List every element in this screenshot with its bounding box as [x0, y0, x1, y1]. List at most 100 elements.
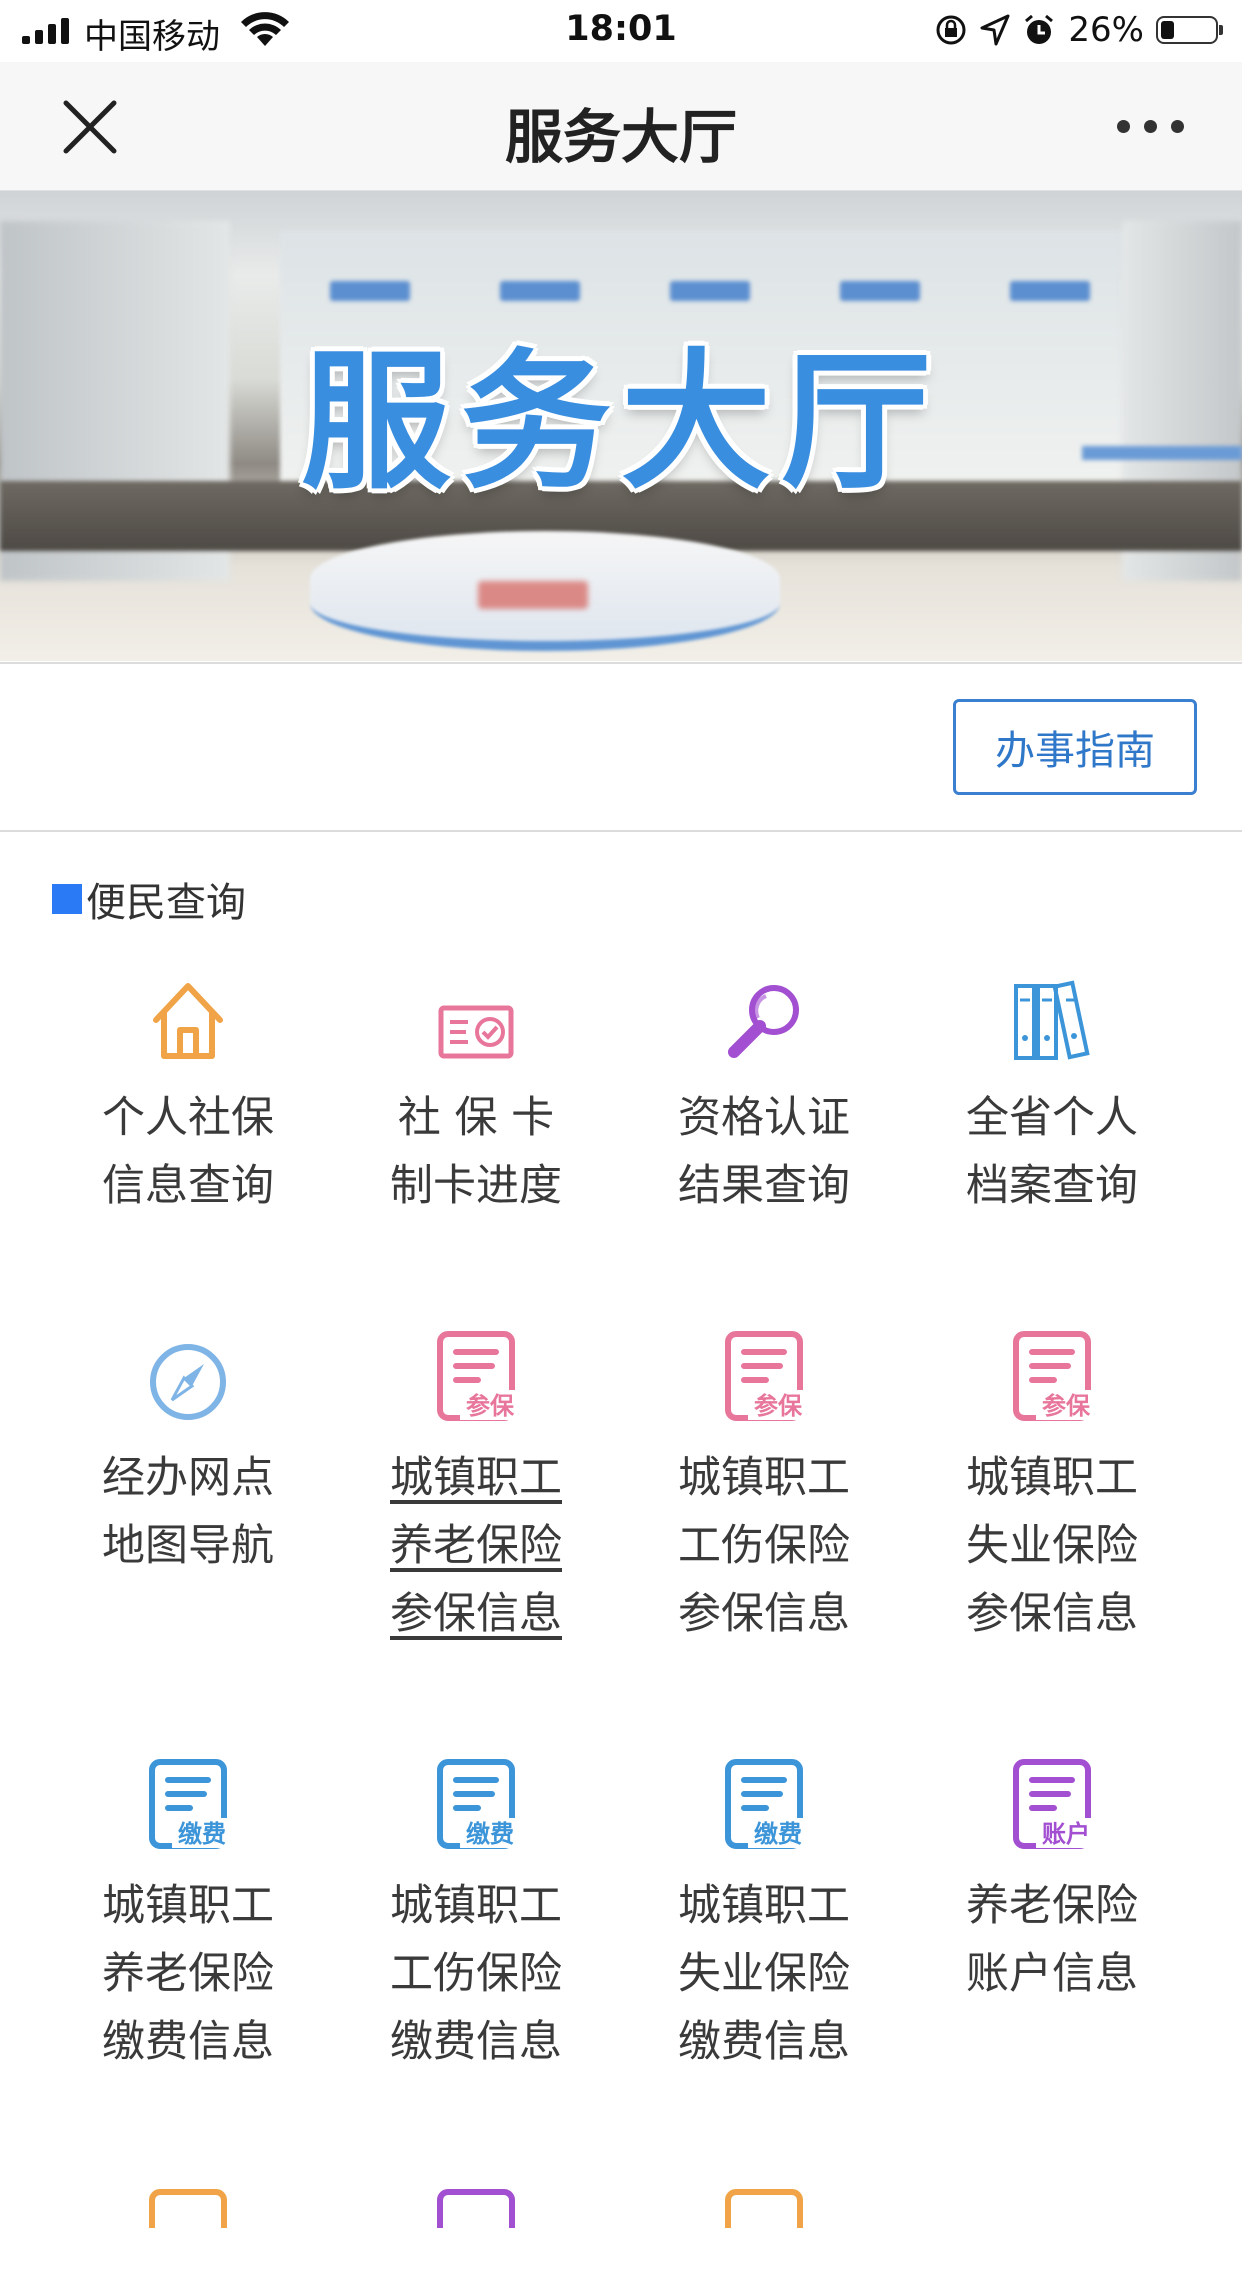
tile-label: 城镇职工养老保险缴费信息: [38, 1872, 338, 2076]
tile-icon-wrap: 参保: [614, 1330, 914, 1422]
icon-badge-text: 参保: [754, 1392, 803, 1420]
tile-label-line: 社 保 卡: [397, 1093, 555, 1143]
tile-pension-payment[interactable]: 缴费 城镇职工养老保险缴费信息: [38, 1758, 338, 2076]
tile-pension-account[interactable]: 账户 养老保险账户信息: [902, 1758, 1202, 2008]
document-enroll-icon: 参保: [1013, 1331, 1094, 1421]
page-title: 服务大厅: [504, 103, 737, 171]
icon-badge-text: 缴费: [754, 1820, 802, 1848]
icon-badge-text: 参保: [1042, 1392, 1091, 1420]
guide-row: 办事指南: [0, 662, 1242, 832]
tile-label-line: 缴费信息: [678, 2017, 850, 2067]
status-bar: 中国移动 18:01 26%: [0, 0, 1242, 62]
tile-label-line: 城镇职工: [678, 1881, 850, 1931]
icon-badge-text: 缴费: [178, 1820, 226, 1848]
tile-icon-wrap: [326, 970, 626, 1062]
tile-label: 城镇职工 失业保险 参保信息: [902, 1444, 1202, 1648]
alarm-clock-icon: [1025, 14, 1054, 44]
tile-label-line: 城镇职工: [678, 1453, 850, 1503]
tile-icon-wrap: [38, 1330, 338, 1422]
tile-map-navigation[interactable]: 经办网点 地图导航: [38, 1330, 338, 1580]
tile-label-line: 信息查询: [102, 1161, 274, 1211]
tile-label-line: 参保信息: [678, 1589, 850, 1639]
banner-logo-text: 服务大厅: [300, 334, 941, 510]
tile-archive-query[interactable]: 全省个人 档案查询: [902, 970, 1202, 1220]
document-payment-icon: 缴费: [437, 1759, 518, 1849]
id-card-icon: [438, 1005, 514, 1059]
tile-label-line: 缴费信息: [102, 2017, 274, 2067]
tile-label-line: 结果查询: [678, 1161, 850, 1211]
tile-card-progress[interactable]: 社 保 卡制卡进度: [326, 970, 626, 1220]
tile-icon-wrap: [38, 970, 338, 1062]
tile-icon-wrap: [38, 2188, 338, 2280]
tile-label-line: 账户信息: [966, 1949, 1138, 1999]
service-guide-button[interactable]: 办事指南: [953, 699, 1197, 795]
tile-label: 个人社保 信息查询: [38, 1084, 338, 1220]
tile-label-line: 档案查询: [966, 1161, 1138, 1211]
battery-percentage: 26%: [1068, 10, 1144, 50]
tile-icon-wrap: [614, 2188, 914, 2280]
tile-label-line: 养老保险: [326, 1512, 626, 1580]
compass-icon: [150, 1344, 226, 1420]
hall-banner: 服务大厅: [0, 191, 1242, 661]
tile-icon-wrap: [326, 2188, 626, 2280]
tile-label-line: 个人社保: [102, 1093, 274, 1143]
document-payment-icon: 缴费: [725, 1759, 806, 1849]
tile-icon-wrap: 账户: [902, 1758, 1202, 1850]
section-marker: [52, 884, 82, 914]
tile-injury-enrollment[interactable]: 参保 城镇职工工伤保险参保信息: [614, 1330, 914, 1648]
tile-unemployment-enrollment[interactable]: 参保 城镇职工 失业保险 参保信息: [902, 1330, 1202, 1648]
tile-partial-purple[interactable]: [326, 2188, 626, 2280]
document-enroll-icon: 参保: [725, 1331, 806, 1421]
house-icon: [153, 983, 223, 1059]
tile-label-line: 工伤保险: [678, 1521, 850, 1571]
tile-label-line: 全省个人: [966, 1093, 1138, 1143]
tile-label: 城镇职工失业保险缴费信息: [614, 1872, 914, 2076]
document-payment-icon: 缴费: [149, 1759, 230, 1849]
tile-label: 经办网点 地图导航: [38, 1444, 338, 1580]
document-icon: [437, 2189, 515, 2228]
navigation-bar: 服务大厅: [0, 62, 1242, 191]
tile-label-line: 城镇职工: [102, 1881, 274, 1931]
tile-label: 城镇职工养老保险参保信息: [326, 1444, 626, 1648]
tile-label: 资格认证 结果查询: [614, 1084, 914, 1220]
binders-icon: [1014, 980, 1090, 1060]
tile-icon-wrap: 缴费: [326, 1758, 626, 1850]
icon-badge-text: 缴费: [466, 1820, 514, 1848]
tile-label-line: 缴费信息: [390, 2017, 562, 2067]
tile-label-line: 地图导航: [102, 1521, 274, 1571]
tile-label-line: 养老保险: [966, 1881, 1138, 1931]
tile-icon-wrap: 缴费: [38, 1758, 338, 1850]
tile-injury-payment[interactable]: 缴费 城镇职工工伤保险缴费信息: [326, 1758, 626, 2076]
icon-badge-text: 参保: [466, 1392, 515, 1420]
tile-pension-enrollment[interactable]: 参保 城镇职工养老保险参保信息: [326, 1330, 626, 1648]
tile-label-line: 失业保险: [678, 1949, 850, 1999]
tile-label-line: 参保信息: [966, 1589, 1138, 1639]
tile-label-line: 城镇职工: [390, 1453, 562, 1503]
rotation-lock-icon: [936, 15, 966, 45]
tile-label-line: 养老保险: [102, 1949, 274, 1999]
tile-label-line: 城镇职工: [390, 1881, 562, 1931]
location-arrow-icon: [980, 14, 1010, 46]
tile-label-line: 参保信息: [326, 1580, 626, 1648]
tile-label-line: 养老保险: [390, 1521, 562, 1571]
tile-partial-orange-2[interactable]: [614, 2188, 914, 2280]
tile-partial-orange[interactable]: [38, 2188, 338, 2280]
section-header: 便民查询: [52, 870, 246, 928]
battery-icon: [1156, 16, 1223, 44]
tile-label: 社 保 卡制卡进度: [326, 1084, 626, 1220]
tile-qualification-result[interactable]: 资格认证 结果查询: [614, 970, 914, 1220]
document-icon: [149, 2189, 227, 2228]
magnifier-icon: [728, 985, 799, 1058]
tile-unemployment-payment[interactable]: 缴费 城镇职工失业保险缴费信息: [614, 1758, 914, 2076]
tile-label-line: 城镇职工: [326, 1444, 626, 1512]
tile-label-line: 工伤保险: [390, 1949, 562, 1999]
tile-label: 城镇职工工伤保险缴费信息: [326, 1872, 626, 2076]
tile-label-line: 经办网点: [102, 1453, 274, 1503]
tile-label: 养老保险 账户信息: [902, 1872, 1202, 2008]
document-icon: [725, 2189, 803, 2228]
tile-icon-wrap: 参保: [326, 1330, 626, 1422]
tile-label-line: 失业保险: [966, 1521, 1138, 1571]
tile-personal-social-security[interactable]: 个人社保 信息查询: [38, 970, 338, 1220]
more-options-icon[interactable]: [1117, 120, 1184, 133]
document-enroll-icon: 参保: [437, 1331, 518, 1421]
